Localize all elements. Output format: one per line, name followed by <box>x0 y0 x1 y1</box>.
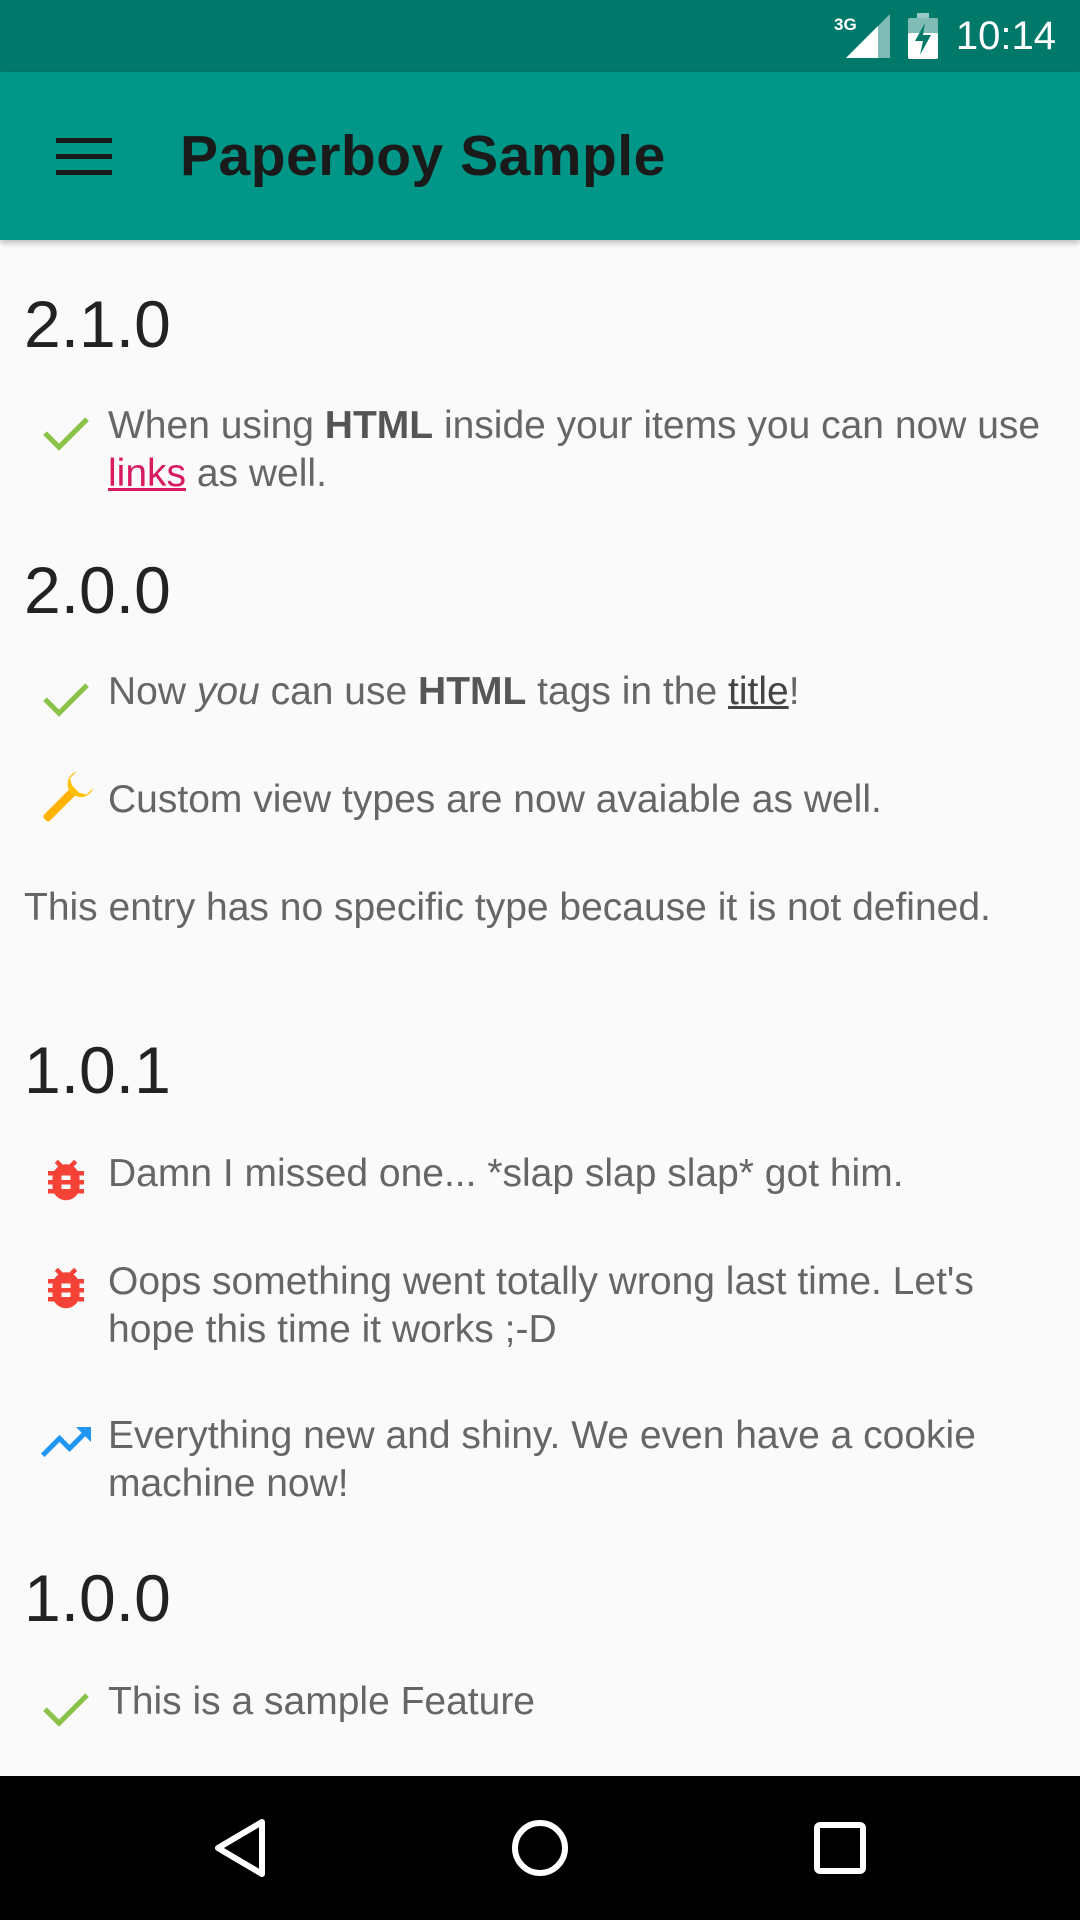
bug-icon <box>36 1150 96 1210</box>
item-text: This is a sample Feature <box>108 1680 536 1723</box>
version-header: 2.1.0 <box>24 287 171 361</box>
item-text: When using HTML inside your items you ca… <box>108 404 1041 495</box>
hamburger-menu-icon <box>56 138 112 175</box>
back-button[interactable] <box>168 1776 312 1920</box>
changelog-list[interactable]: 2.1.0 When using HTML inside your items … <box>0 240 1080 1776</box>
signal-3g-icon: 3G <box>834 14 890 58</box>
status-bar: 3G 10:14 <box>0 0 1080 72</box>
navigation-bar <box>0 1776 1080 1920</box>
version-header: 1.0.0 <box>24 1561 171 1635</box>
app-title: Paperboy Sample <box>180 124 666 188</box>
home-icon <box>512 1820 568 1876</box>
recents-icon <box>814 1822 866 1874</box>
battery-charging-icon <box>907 13 938 59</box>
bug-icon <box>36 1258 96 1318</box>
version-header: 1.0.1 <box>24 1033 171 1107</box>
item-text: Damn I missed one... *slap slap slap* go… <box>108 1152 904 1195</box>
trending-up-icon <box>36 1412 96 1472</box>
back-icon <box>215 1819 265 1877</box>
check-icon <box>36 402 96 462</box>
home-button[interactable] <box>468 1776 612 1920</box>
item-text: Now you can use HTML tags in the title! <box>108 670 800 713</box>
version-header: 2.0.0 <box>24 553 171 627</box>
app-toolbar: Paperboy Sample <box>0 72 1080 240</box>
item-text: This entry has no specific type because … <box>24 886 991 929</box>
links-link[interactable]: links <box>108 452 186 495</box>
recents-button[interactable] <box>768 1776 912 1920</box>
status-time: 10:14 <box>955 13 1056 58</box>
item-text: Custom view types are now avaiable as we… <box>108 778 882 821</box>
check-icon <box>36 668 96 728</box>
menu-button[interactable] <box>42 114 126 198</box>
item-text: Oops something went totally wrong last t… <box>108 1260 974 1351</box>
status-icons: 3G 10:14 <box>834 0 1056 72</box>
item-text: Everything new and shiny. We even have a… <box>108 1414 976 1505</box>
check-icon <box>36 1678 96 1738</box>
svg-text:3G: 3G <box>834 15 857 34</box>
wrench-icon <box>36 768 96 828</box>
